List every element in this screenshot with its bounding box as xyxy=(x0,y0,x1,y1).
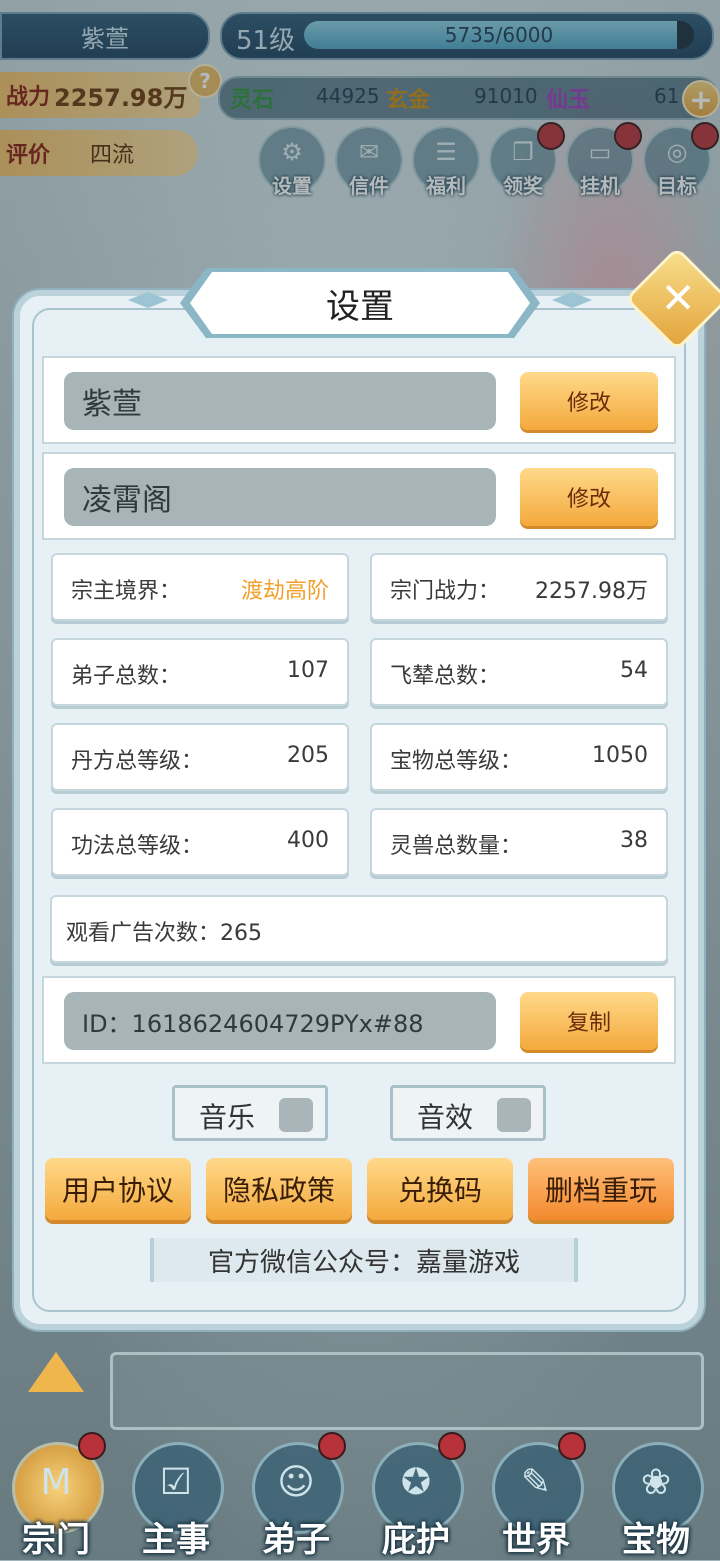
ad-count-row: 观看广告次数：265 xyxy=(50,895,668,963)
music-checkbox[interactable] xyxy=(279,1098,313,1132)
notification-dot xyxy=(438,1432,466,1460)
sound-checkbox[interactable] xyxy=(497,1098,531,1132)
user-agreement-button[interactable]: 用户协议 xyxy=(45,1158,191,1220)
id-field: ID：1618624604729PYx#88 xyxy=(64,992,496,1050)
stat-card: 飞辇总数： 54 xyxy=(370,638,668,706)
reset-save-button[interactable]: 删档重玩 xyxy=(528,1158,674,1220)
stat-value: 2257.98万 xyxy=(535,579,648,604)
stat-key: 灵兽总数量： xyxy=(390,834,523,859)
modify-name-button[interactable]: 修改 xyxy=(520,372,658,430)
ad-count-text: 观看广告次数：265 xyxy=(66,921,262,946)
nav-label: 主事 xyxy=(142,1520,210,1560)
name-field[interactable]: 紫萱 xyxy=(64,372,496,430)
stat-value: 54 xyxy=(620,658,648,683)
title-banner: 设置 xyxy=(190,272,530,334)
treasure-icon: ❀ xyxy=(640,1462,672,1503)
stat-card: 丹方总等级： 205 xyxy=(51,723,349,791)
sect-icon: M xyxy=(40,1462,72,1503)
stat-key: 宗主境界： xyxy=(71,579,182,604)
nav-label: 庇护 xyxy=(382,1520,450,1560)
close-icon: ✕ xyxy=(660,273,696,323)
modify-sect-button[interactable]: 修改 xyxy=(520,468,658,526)
copy-id-button[interactable]: 复制 xyxy=(520,992,658,1050)
stat-key: 宗门战力： xyxy=(390,579,501,604)
sect-field[interactable]: 凌霄阁 xyxy=(64,468,496,526)
task-icon: ☑ xyxy=(159,1462,193,1503)
stat-card: 宝物总等级： 1050 xyxy=(370,723,668,791)
stat-value: 38 xyxy=(620,828,648,853)
notification-dot xyxy=(318,1432,346,1460)
id-row: ID：1618624604729PYx#88 复制 xyxy=(42,976,676,1064)
shield-icon: ✪ xyxy=(400,1462,432,1503)
dialog-title: 设置 xyxy=(326,286,394,327)
music-label: 音乐 xyxy=(199,1101,256,1134)
sound-label: 音效 xyxy=(417,1101,474,1134)
stat-value: 107 xyxy=(287,658,329,683)
stat-card: 灵兽总数量： 38 xyxy=(370,808,668,876)
expand-arrow-icon[interactable] xyxy=(28,1352,84,1392)
stat-key: 宝物总等级： xyxy=(390,749,523,774)
stat-value: 1050 xyxy=(592,743,648,768)
disciple-icon: ☺ xyxy=(277,1462,315,1503)
stat-value: 渡劫高阶 xyxy=(240,579,329,604)
stat-key: 功法总等级： xyxy=(71,834,204,859)
nav-task[interactable]: ☑ 主事 xyxy=(126,1436,226,1560)
stat-key: 弟子总数： xyxy=(71,664,182,689)
nav-treasure[interactable]: ❀ 宝物 xyxy=(606,1436,706,1560)
stat-card: 宗门战力： 2257.98万 xyxy=(370,553,668,621)
redeem-code-button[interactable]: 兑换码 xyxy=(367,1158,513,1220)
stat-key: 飞辇总数： xyxy=(390,664,501,689)
chat-box[interactable] xyxy=(110,1352,704,1430)
music-toggle[interactable]: 音乐 xyxy=(172,1085,328,1141)
sound-toggle[interactable]: 音效 xyxy=(390,1085,546,1141)
name-row: 紫萱 修改 xyxy=(42,356,676,444)
stat-card: 弟子总数： 107 xyxy=(51,638,349,706)
stat-value: 205 xyxy=(287,743,329,768)
privacy-policy-button[interactable]: 隐私政策 xyxy=(206,1158,352,1220)
nav-label: 宝物 xyxy=(622,1520,690,1560)
nav-label: 弟子 xyxy=(262,1520,330,1560)
notification-dot xyxy=(558,1432,586,1460)
nav-label: 宗门 xyxy=(22,1520,90,1560)
stat-card: 功法总等级： 400 xyxy=(51,808,349,876)
world-icon: ✎ xyxy=(520,1462,552,1503)
stat-card: 宗主境界： 渡劫高阶 xyxy=(51,553,349,621)
nav-label: 世界 xyxy=(502,1520,570,1560)
stat-key: 丹方总等级： xyxy=(71,749,204,774)
stat-value: 400 xyxy=(287,828,329,853)
sect-row: 凌霄阁 修改 xyxy=(42,452,676,540)
notification-dot xyxy=(78,1432,106,1460)
wechat-info: 官方微信公众号：嘉量游戏 xyxy=(150,1238,578,1282)
